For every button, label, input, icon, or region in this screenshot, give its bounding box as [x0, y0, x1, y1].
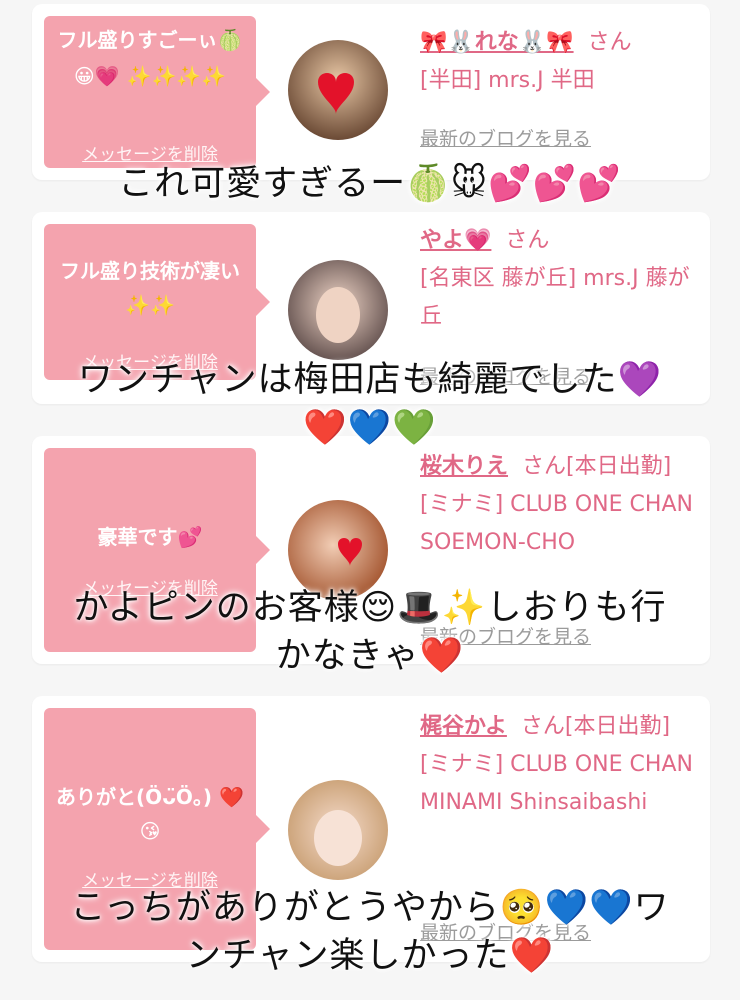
message-text: フル盛りすごーぃ🍈😀💗 ✨✨✨✨: [57, 28, 243, 88]
overlay-caption: ❤️💙💚: [303, 408, 437, 448]
honorific: さん[本日出勤]: [522, 454, 672, 479]
shop-label: [ミナミ] CLUB ONE CHAN SOEMON-CHO: [420, 492, 693, 555]
overlay-caption: かよピンのお客様😌🎩✨しおりも行: [73, 588, 667, 628]
cast-info: 桜木りえ さん[本日出勤] [ミナミ] CLUB ONE CHAN SOEMON-…: [420, 448, 705, 562]
avatar[interactable]: [288, 40, 388, 140]
avatar[interactable]: [288, 260, 388, 360]
blog-link[interactable]: 最新のブログを見る: [420, 124, 591, 151]
message-bubble: フル盛りすごーぃ🍈😀💗 ✨✨✨✨ メッセージを削除: [44, 16, 270, 168]
shop-label: [ミナミ] CLUB ONE CHAN MINAMI Shinsaibashi: [420, 752, 693, 815]
overlay-caption: ワンチャンは梅田店も綺麗でした💜: [77, 360, 663, 400]
cast-name-link[interactable]: やよ💗: [420, 228, 491, 253]
cast-info: 梶谷かよ さん[本日出勤] [ミナミ] CLUB ONE CHAN MINAMI …: [420, 708, 705, 822]
shop-label: [半田] mrs.J 半田: [420, 68, 595, 93]
message-text: ありがと(Öᴗ̈Ö。) ❤️😘: [56, 785, 244, 843]
avatar[interactable]: [288, 780, 388, 880]
honorific: さん: [587, 30, 632, 55]
message-text: フル盛り技術が凄い✨✨: [60, 259, 240, 317]
message-card: フル盛りすごーぃ🍈😀💗 ✨✨✨✨ メッセージを削除 🎀🐰れな🐰🎀 さん [半田] …: [32, 4, 710, 180]
overlay-caption: これ可愛すぎるー🍈🐭💕💕💕: [118, 164, 622, 204]
cast-info: 🎀🐰れな🐰🎀 さん [半田] mrs.J 半田: [420, 24, 705, 100]
honorific: さん[本日出勤]: [520, 714, 671, 739]
shop-label: [名東区 藤が丘] mrs.J 藤が丘: [420, 266, 690, 329]
cast-info: やよ💗 さん [名東区 藤が丘] mrs.J 藤が丘: [420, 222, 705, 336]
cast-name-link[interactable]: 梶谷かよ: [420, 714, 507, 739]
honorific: さん: [505, 228, 550, 253]
overlay-caption: こっちがありがとうやから🥺💙💙ワ: [70, 888, 670, 928]
cast-name-link[interactable]: 🎀🐰れな🐰🎀: [420, 30, 574, 55]
message-text: 豪華です💕: [97, 525, 203, 549]
cast-name-link[interactable]: 桜木りえ: [420, 454, 508, 479]
overlay-caption: ンチャン楽しかった❤️: [185, 936, 555, 976]
overlay-caption: かなきゃ❤️: [275, 636, 465, 676]
